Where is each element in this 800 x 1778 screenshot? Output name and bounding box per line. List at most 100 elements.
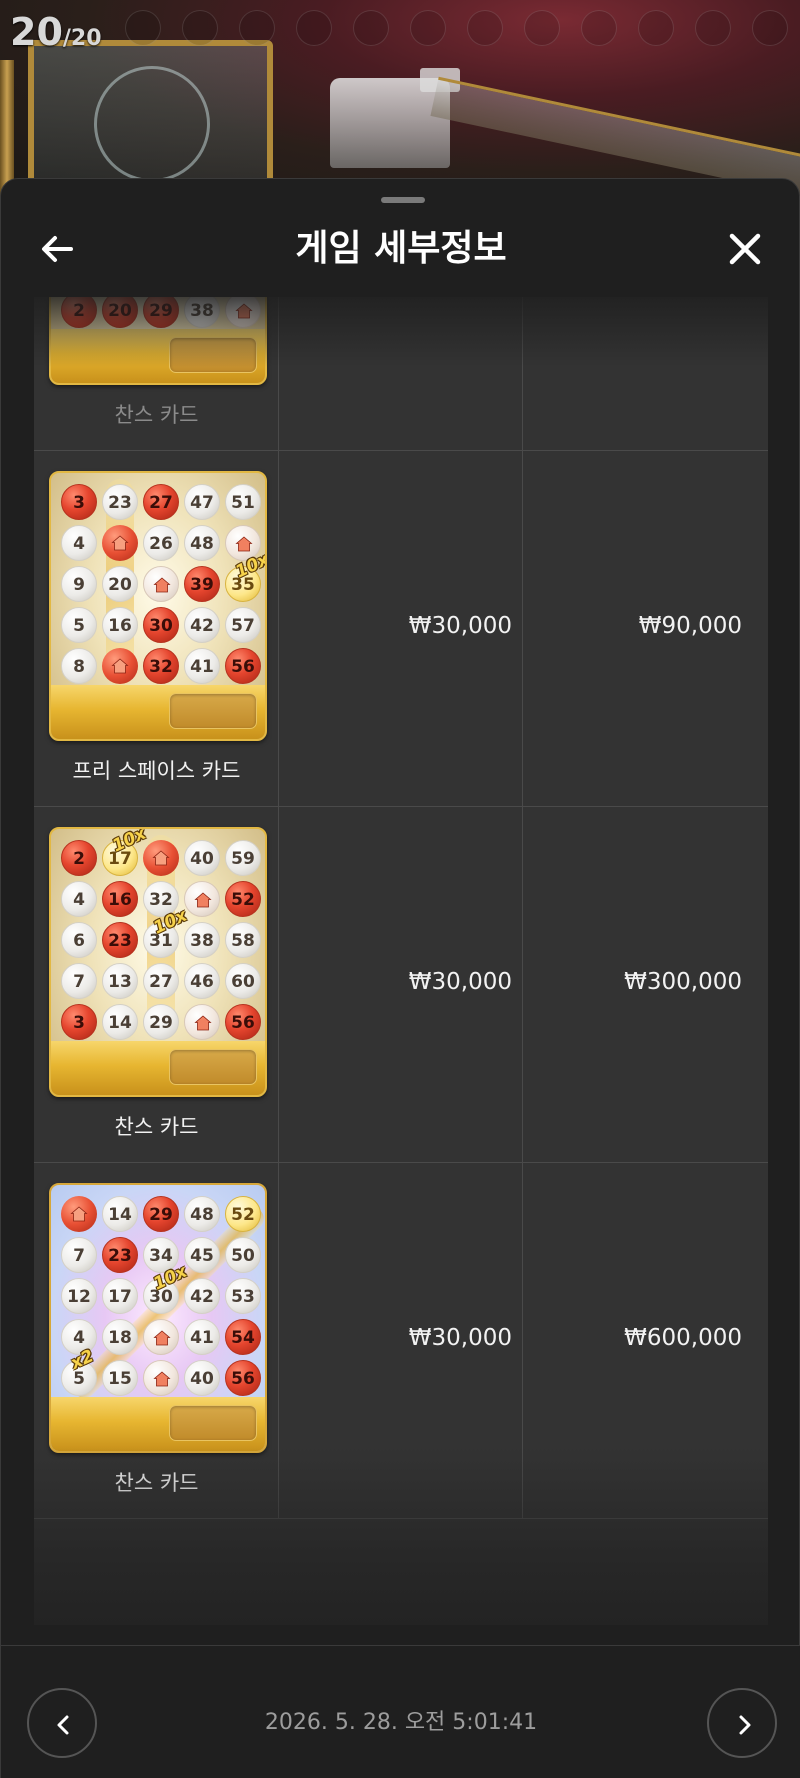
bingo-number: 50 [225, 1237, 261, 1273]
card-footer-bar [51, 1397, 265, 1451]
bingo-number: 2 [61, 840, 97, 876]
bingo-number: 59 [225, 840, 261, 876]
free-space-house-icon [143, 840, 179, 876]
drawn-ball-slot [296, 10, 332, 46]
win-cell: ₩300,000 [523, 807, 768, 1163]
bingo-number: 4 [61, 525, 97, 561]
bingo-number: 13 [102, 963, 138, 999]
bingo-number: 39 [184, 566, 220, 602]
win-cell: ₩0 [523, 297, 768, 451]
ball-machine [330, 68, 460, 168]
bet-cell: ₩30,000 [279, 807, 523, 1163]
card-name: 찬스 카드 [114, 1115, 199, 1139]
card-footer-bar [51, 329, 265, 383]
chevron-right-icon [739, 1715, 751, 1735]
card-footer-slot [169, 337, 257, 373]
bingo-number: 56 [225, 648, 261, 684]
bingo-number: 48 [184, 1196, 220, 1232]
bingo-number: 23 [102, 922, 138, 958]
table-row: 3 23 27 47 51 4 26 48 9 20 39 35 5 16 30 42 57 8 32 41 56 10x… [34, 451, 768, 807]
close-button[interactable] [723, 227, 767, 271]
bingo-number: 47 [184, 484, 220, 520]
bingo-number: 27 [143, 484, 179, 520]
bet-cell: ₩30,000 [279, 297, 523, 451]
drawn-ball-slot [752, 10, 788, 46]
free-space-house-icon [184, 1004, 220, 1040]
card-name: 찬스 카드 [114, 1471, 199, 1495]
drawn-ball-slot [410, 10, 446, 46]
bingo-number: 38 [184, 297, 220, 328]
game-details-screen: 20/20 게임 세부정보 21313751819324455220293820… [0, 0, 800, 1778]
card-footer-slot [169, 1049, 257, 1085]
bingo-number: 2 [61, 297, 97, 328]
bingo-grid: 2 17 40 59 4 16 32 52 6 23 31 38 58 7 13 27 46 60 3 14 29 56 1… [55, 829, 263, 1041]
bet-amount: ₩30,000 [408, 1325, 512, 1351]
win-amount: ₩600,000 [624, 1325, 742, 1351]
table-row: 14 29 48 52 7 23 34 45 50 12 17 30 42 53 4 18 41 54 5 15 40 5… [34, 1163, 768, 1519]
bingo-number: 54 [225, 1319, 261, 1355]
drawn-ball-slots [125, 10, 788, 46]
sheet-footer: 2026. 5. 28. 오전 5:01:41 [1, 1645, 800, 1778]
bingo-number: 58 [225, 922, 261, 958]
bingo-card[interactable]: 3 23 27 47 51 4 26 48 9 20 39 35 5 16 30 42 57 8 32 41 56 10x [49, 471, 267, 741]
drawn-ball-slot [581, 10, 617, 46]
bingo-number: 51 [225, 484, 261, 520]
bingo-number: 20 [102, 297, 138, 328]
bingo-grid: 3 23 27 47 51 4 26 48 9 20 39 35 5 16 30 42 57 8 32 41 56 10x [55, 479, 265, 685]
previous-game-button[interactable] [27, 1688, 97, 1758]
bingo-number: 14 [102, 1004, 138, 1040]
free-space-house-icon [143, 1319, 179, 1355]
bingo-number: 46 [184, 963, 220, 999]
bingo-number: 41 [184, 1319, 220, 1355]
bingo-grid: 14 29 48 52 7 23 34 45 50 12 17 30 42 53 4 18 41 54 5 15 40 5… [55, 1191, 265, 1403]
bingo-number: 29 [143, 1196, 179, 1232]
free-space-house-icon [143, 1360, 179, 1396]
free-space-house-icon [61, 1196, 97, 1232]
bingo-number: 53 [225, 1278, 261, 1314]
bingo-number: 7 [61, 1237, 97, 1273]
card-footer-slot [169, 693, 257, 729]
chevron-left-icon [57, 1715, 69, 1735]
ball-cage [28, 40, 273, 200]
bet-cell: ₩30,000 [279, 451, 523, 807]
bingo-number: 17 [102, 1278, 138, 1314]
drawn-ball-slot [638, 10, 674, 46]
bingo-number: 20 [102, 566, 138, 602]
bingo-number: 41 [184, 648, 220, 684]
free-space-house-icon [225, 297, 261, 328]
round-counter: 20/20 [10, 10, 102, 54]
free-space-house-icon [143, 566, 179, 602]
bingo-card[interactable]: 21313751819324455220293820x [49, 297, 267, 385]
bingo-number: 3 [61, 484, 97, 520]
bingo-number: 14 [102, 1196, 138, 1232]
card-footer-slot [169, 1405, 257, 1441]
bet-amount: ₩30,000 [408, 969, 512, 995]
sheet-drag-handle[interactable] [381, 197, 425, 203]
bingo-number: 8 [61, 648, 97, 684]
bingo-number: 52 [225, 1196, 261, 1232]
bingo-number: 12 [61, 1278, 97, 1314]
round-total: /20 [62, 26, 102, 51]
bingo-number: 23 [102, 484, 138, 520]
table-row: 2 17 40 59 4 16 32 52 6 23 31 38 58 7 13 27 46 60 3 14 29 56 1… [34, 807, 768, 1163]
bet-details-table[interactable]: 21313751819324455220293820x찬스 카드₩30,000₩… [34, 297, 768, 1625]
card-cell: 3 23 27 47 51 4 26 48 9 20 39 35 5 16 30 42 57 8 32 41 56 10x… [34, 451, 279, 807]
bingo-number: 15 [102, 1360, 138, 1396]
bingo-number: 42 [184, 607, 220, 643]
bingo-number: 30 [143, 607, 179, 643]
bingo-number: 16 [102, 607, 138, 643]
bingo-number: 9 [61, 566, 97, 602]
free-space-house-icon [102, 648, 138, 684]
bingo-number: 6 [61, 922, 97, 958]
bingo-card[interactable]: 14 29 48 52 7 23 34 45 50 12 17 30 42 53 4 18 41 54 5 15 40 5… [49, 1183, 267, 1453]
card-name: 찬스 카드 [114, 403, 199, 427]
bingo-card[interactable]: 2 17 40 59 4 16 32 52 6 23 31 38 58 7 13 27 46 60 3 14 29 56 1… [49, 827, 267, 1097]
bingo-number: 29 [143, 297, 179, 328]
free-space-house-icon [102, 525, 138, 561]
bet-amount: ₩30,000 [408, 613, 512, 639]
bingo-number: 29 [143, 1004, 179, 1040]
bingo-number: 57 [225, 607, 261, 643]
card-footer-bar [51, 685, 265, 739]
drawn-ball-slot [182, 10, 218, 46]
next-game-button[interactable] [707, 1688, 777, 1758]
